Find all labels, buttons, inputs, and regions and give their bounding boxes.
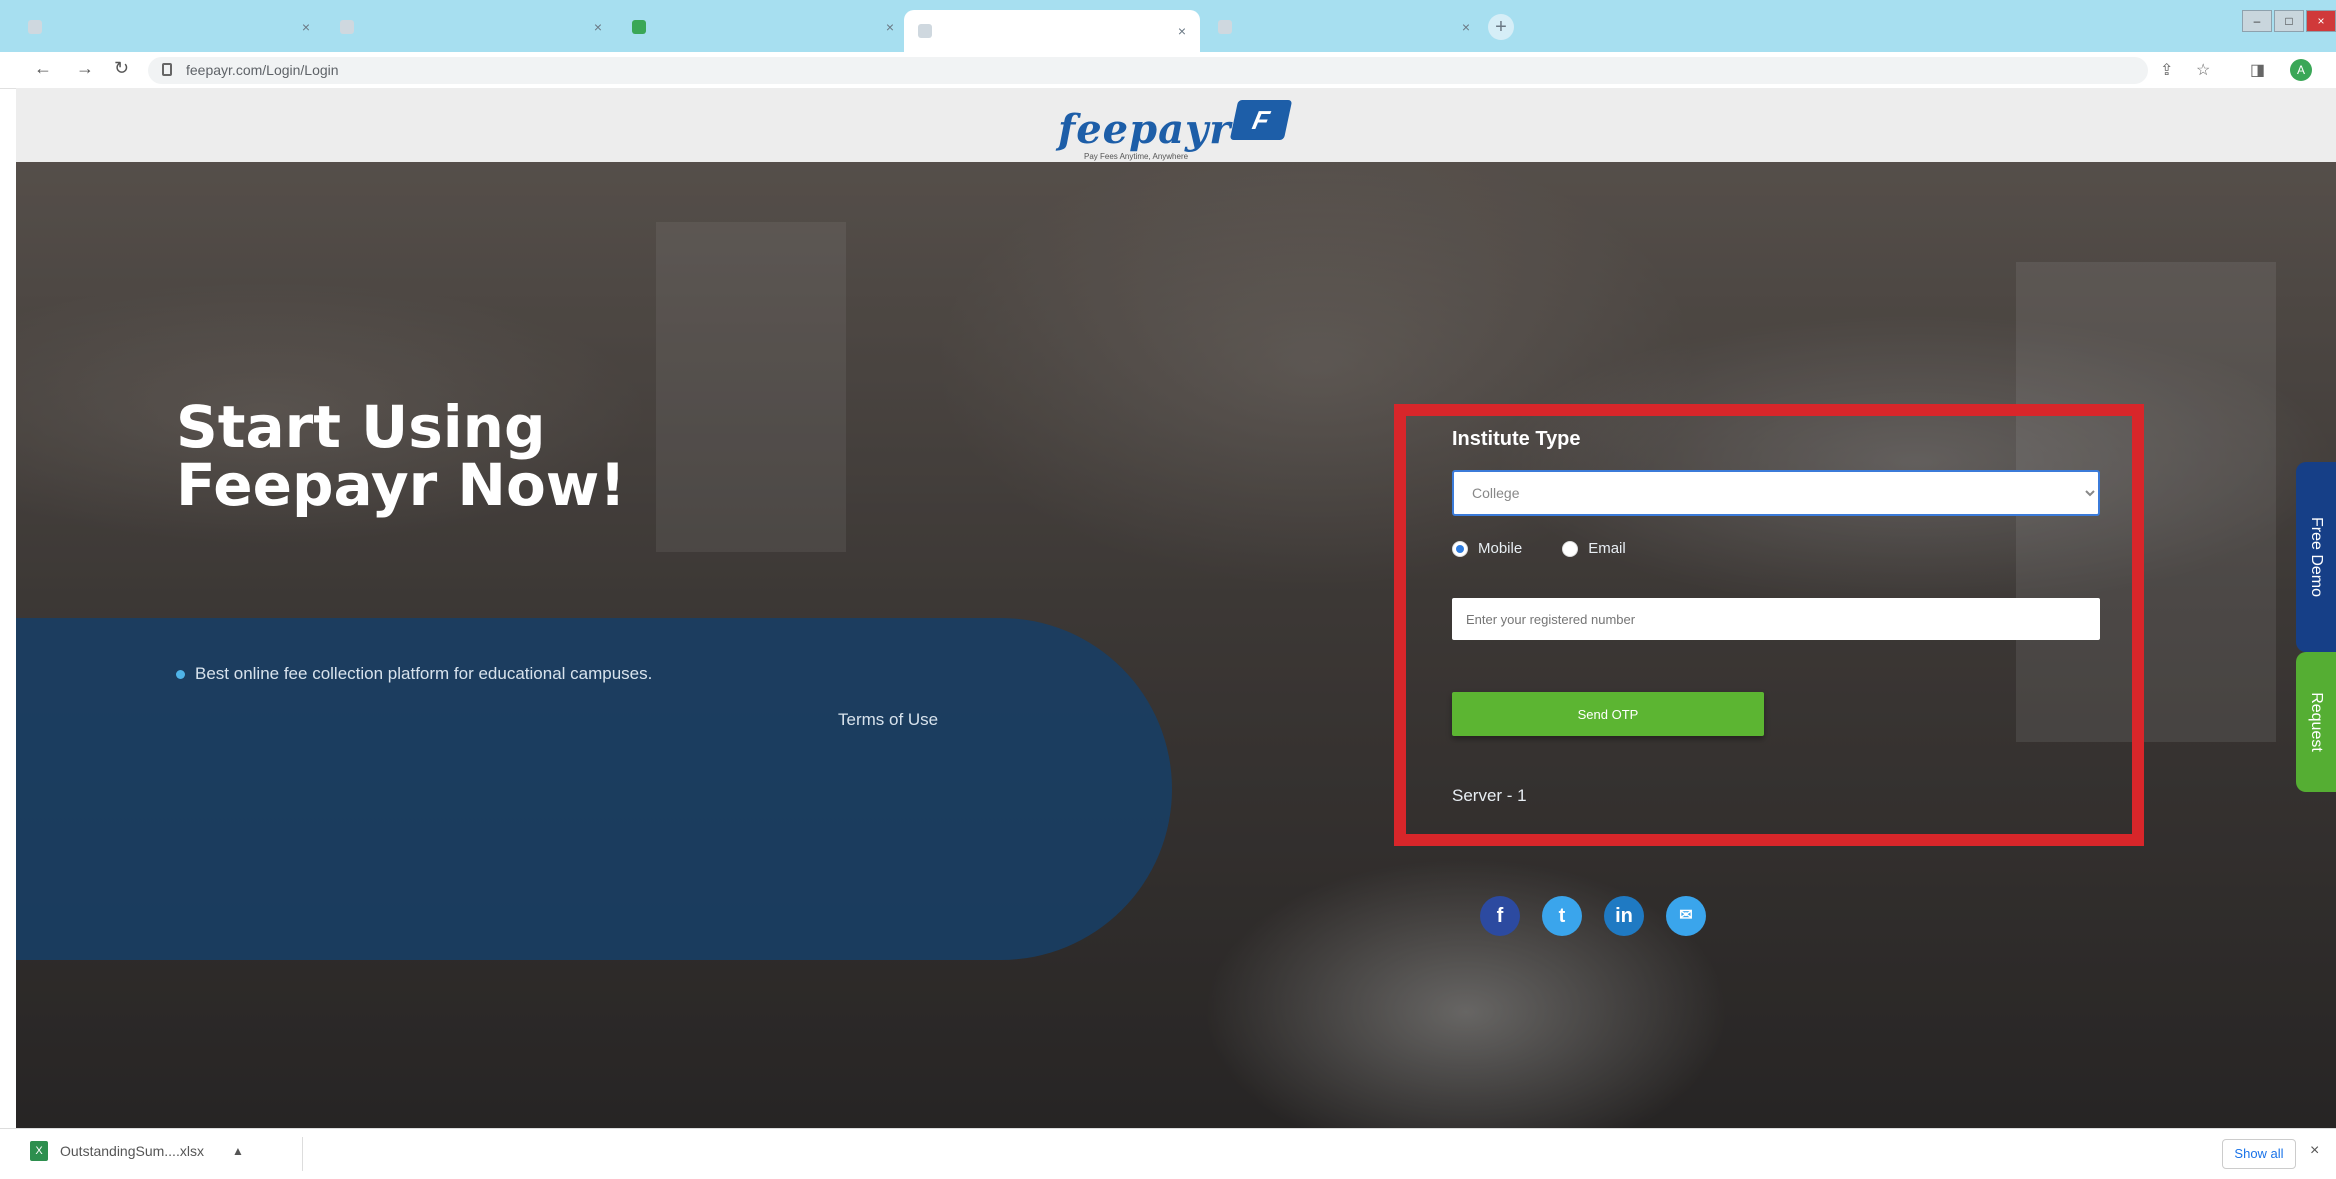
- tab-favicon-icon: [340, 20, 354, 34]
- show-all-button[interactable]: Show all: [2222, 1139, 2296, 1169]
- registered-number-input[interactable]: [1452, 598, 2100, 640]
- url-field[interactable]: feepayr.com/Login/Login: [148, 57, 2148, 84]
- free-demo-label: Free Demo: [2308, 516, 2325, 598]
- logo-text: feepayr: [1058, 106, 1232, 153]
- email-radio[interactable]: Email: [1562, 540, 1626, 557]
- send-otp-button[interactable]: Send OTP: [1452, 692, 1764, 736]
- tab-favicon-icon: [28, 20, 42, 34]
- excel-file-icon: X: [30, 1141, 48, 1161]
- window-close-button[interactable]: ×: [2306, 10, 2336, 32]
- radio-unselected-icon[interactable]: [1562, 540, 1579, 557]
- contact-type-radios: Mobile Email: [1452, 540, 1626, 557]
- download-bar: X OutstandingSum....xlsx ▲ Show all ×: [0, 1128, 2336, 1179]
- tab-favicon-icon: [632, 20, 646, 34]
- mobile-radio[interactable]: Mobile: [1452, 540, 1522, 557]
- social-links: f t in ✉: [1480, 896, 1706, 936]
- tab-close-icon[interactable]: ×: [886, 19, 894, 35]
- window-controls: – □ ×: [2242, 10, 2336, 32]
- request-label: Request: [2308, 692, 2325, 752]
- download-item[interactable]: X OutstandingSum....xlsx ▲: [30, 1141, 244, 1161]
- tab-favicon-icon: [918, 24, 932, 38]
- linkedin-icon[interactable]: in: [1604, 896, 1644, 936]
- tab-close-icon[interactable]: ×: [594, 19, 602, 35]
- browser-tab[interactable]: ×: [1204, 8, 1484, 46]
- twitter-icon[interactable]: t: [1542, 896, 1582, 936]
- institute-type-select[interactable]: College: [1452, 470, 2100, 516]
- browser-tab[interactable]: ×: [618, 8, 908, 46]
- tab-close-icon[interactable]: ×: [1462, 19, 1470, 35]
- radio-selected-icon[interactable]: [1452, 540, 1468, 557]
- facebook-icon[interactable]: f: [1480, 896, 1520, 936]
- forward-arrow-icon[interactable]: →: [76, 58, 94, 79]
- share-icon[interactable]: ⇪: [2160, 60, 2173, 80]
- institute-type-label: Institute Type: [1452, 428, 1581, 450]
- tab-close-icon[interactable]: ×: [302, 19, 310, 35]
- address-bar-row: ← → ↻ feepayr.com/Login/Login ⇪ ☆ ◨ A: [0, 52, 2336, 89]
- hero-section: Start Using Feepayr Now! Best online fee…: [16, 162, 2336, 1128]
- back-arrow-icon[interactable]: ←: [34, 58, 52, 79]
- site-header: feepayr F Pay Fees Anytime, Anywhere: [16, 88, 2336, 162]
- feature-bullet: Best online fee collection platform for …: [176, 664, 652, 684]
- close-icon[interactable]: ×: [2310, 1142, 2319, 1160]
- profile-icon[interactable]: A: [2290, 59, 2312, 81]
- browser-tab[interactable]: ×: [14, 8, 324, 46]
- new-tab-button[interactable]: +: [1488, 14, 1514, 40]
- tab-favicon-icon: [1218, 20, 1232, 34]
- hero-headline: Start Using Feepayr Now!: [176, 393, 626, 519]
- request-tab[interactable]: Request: [2296, 652, 2336, 792]
- tab-close-icon[interactable]: ×: [1178, 23, 1186, 39]
- feepayr-logo[interactable]: feepayr F Pay Fees Anytime, Anywhere: [1044, 96, 1324, 161]
- minimize-button[interactable]: –: [2242, 10, 2272, 32]
- divider: [302, 1137, 303, 1171]
- feature-text: Best online fee collection platform for …: [195, 664, 653, 683]
- logo-mark-icon: F: [1229, 100, 1293, 140]
- download-filename: OutstandingSum....xlsx: [60, 1143, 204, 1159]
- reload-icon[interactable]: ↻: [114, 58, 129, 79]
- sidebar-icon[interactable]: ◨: [2250, 60, 2265, 80]
- email-radio-label: Email: [1588, 540, 1626, 557]
- free-demo-tab[interactable]: Free Demo: [2296, 462, 2336, 652]
- maximize-button[interactable]: □: [2274, 10, 2304, 32]
- browser-tab[interactable]: ×: [326, 8, 616, 46]
- bullet-dot-icon: [176, 669, 185, 679]
- url-text: feepayr.com/Login/Login: [186, 62, 339, 78]
- star-icon[interactable]: ☆: [2196, 60, 2210, 80]
- email-icon[interactable]: ✉: [1666, 896, 1706, 936]
- mobile-radio-label: Mobile: [1478, 540, 1523, 557]
- web-page: feepayr F Pay Fees Anytime, Anywhere Sta…: [16, 88, 2336, 1128]
- browser-tab-bar: × × × × × + – □ ×: [0, 0, 2336, 52]
- server-label: Server - 1: [1452, 786, 1527, 805]
- browser-tab-active[interactable]: ×: [904, 10, 1200, 52]
- lock-icon: [162, 63, 172, 76]
- logo-tagline: Pay Fees Anytime, Anywhere: [1084, 152, 1189, 161]
- terms-of-use-link[interactable]: Terms of Use: [838, 710, 938, 730]
- chevron-up-icon[interactable]: ▲: [232, 1144, 244, 1158]
